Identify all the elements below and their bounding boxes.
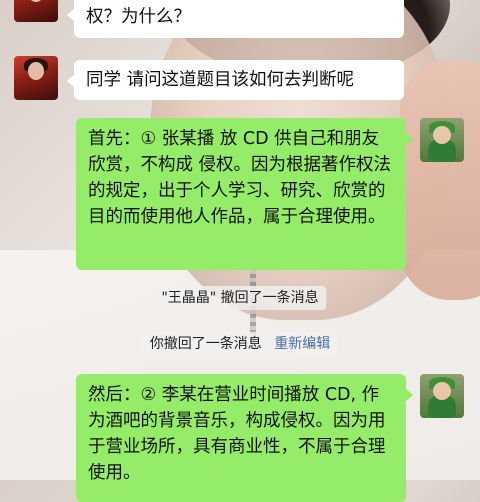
avatar-self[interactable] [420, 374, 464, 418]
re-edit-link[interactable]: 重新编辑 [274, 336, 330, 352]
message-text: 同学 请问这道题目该如何去判断呢 [86, 70, 355, 90]
chat-message-list[interactable]: 权？为什么？ 同学 请问这道题目该如何去判断呢 首先：① 张某播 放 CD 供自… [0, 0, 480, 502]
avatar-teacher[interactable] [14, 0, 58, 22]
message-bubble-sent[interactable]: 首先：① 张某播 放 CD 供自己和朋友欣赏，不构成 侵权。因为根据著作权法的规… [76, 118, 413, 270]
message-bubble-sent[interactable]: 然后：② 李某在营业时间播放 CD, 作为酒吧的背景音乐，构成侵权。因为用于营业… [76, 374, 413, 502]
avatar-teacher[interactable] [14, 56, 58, 100]
system-notice-self-recall: 你撤回了一条消息 重新编辑 [141, 332, 339, 356]
message-text: 然后：② 李某在营业时间播放 CD, 作为酒吧的背景音乐，构成侵权。因为用于营业… [88, 385, 386, 483]
message-bubble-received[interactable]: 同学 请问这道题目该如何去判断呢 [67, 60, 404, 100]
avatar-self[interactable] [420, 118, 464, 162]
system-notice-recall: "王晶晶" 撤回了一条消息 [153, 286, 327, 310]
message-text: 权？为什么？ [86, 7, 191, 27]
message-text: 首先：① 张某播 放 CD 供自己和朋友欣赏，不构成 侵权。因为根据著作权法的规… [88, 129, 392, 227]
message-bubble-received[interactable]: 权？为什么？ [67, 0, 404, 38]
